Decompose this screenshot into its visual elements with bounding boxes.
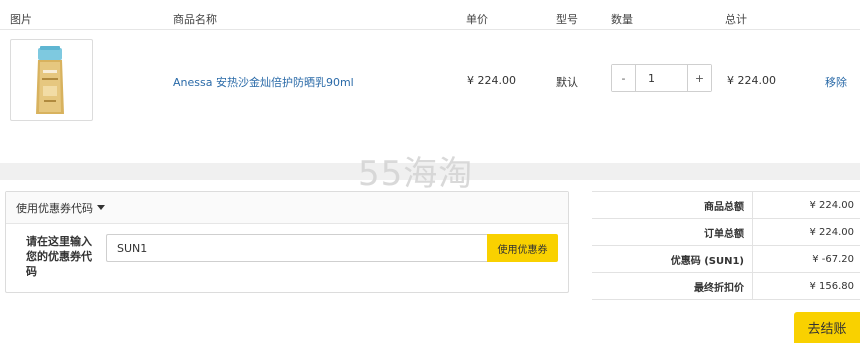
summary-row: 优惠码 (SUN1) ¥ -67.20 <box>592 246 860 273</box>
model-value: 默认 <box>556 76 578 89</box>
summary-label: 最终折扣价 <box>592 273 753 299</box>
quantity-stepper: - 1 + <box>611 64 712 92</box>
summary-label: 优惠码 (SUN1) <box>592 246 753 272</box>
checkout-button[interactable]: 去结账 <box>794 312 860 343</box>
column-model: 型号 <box>556 13 578 26</box>
summary-row: 订单总额 ¥ 224.00 <box>592 219 860 246</box>
column-quantity: 数量 <box>611 13 633 26</box>
quantity-input[interactable]: 1 <box>636 65 687 91</box>
summary-value: ¥ 224.00 <box>809 226 854 238</box>
unit-price: ¥ 224.00 <box>467 74 516 87</box>
product-name-link[interactable]: Anessa 安热沙金灿倍护防晒乳90ml <box>173 74 354 90</box>
column-total: 总计 <box>725 13 747 26</box>
caret-down-icon <box>97 205 105 210</box>
sunscreen-bottle-icon <box>36 46 64 114</box>
summary-value: ¥ 156.80 <box>809 280 854 292</box>
summary-label: 订单总额 <box>592 219 753 245</box>
summary-value: ¥ -67.20 <box>812 253 854 265</box>
column-name: 商品名称 <box>173 13 217 26</box>
watermark: 55海淘 <box>358 154 474 194</box>
coupon-toggle[interactable]: 使用优惠券代码 <box>6 192 568 224</box>
coupon-input-label: 请在这里输入您的优惠券代码 <box>26 235 92 278</box>
quantity-increment-button[interactable]: + <box>687 65 711 91</box>
column-unit-price: 单价 <box>466 13 488 26</box>
summary-value: ¥ 224.00 <box>809 199 854 211</box>
product-thumbnail[interactable] <box>10 39 93 121</box>
coupon-panel: 使用优惠券代码 请在这里输入您的优惠券代码 SUN1 使用优惠券 <box>5 191 569 293</box>
order-summary: 商品总额 ¥ 224.00 订单总额 ¥ 224.00 优惠码 (SUN1) ¥… <box>592 191 860 300</box>
line-total: ¥ 224.00 <box>727 74 776 87</box>
remove-item-link[interactable]: 移除 <box>825 74 847 90</box>
summary-row: 商品总额 ¥ 224.00 <box>592 192 860 219</box>
column-image: 图片 <box>10 13 32 26</box>
cart-table-header: 图片 商品名称 单价 型号 数量 总计 <box>0 0 860 30</box>
summary-label: 商品总额 <box>592 192 753 218</box>
summary-row: 最终折扣价 ¥ 156.80 <box>592 273 860 300</box>
cart-page: 图片 商品名称 单价 型号 数量 总计 Anessa 安热沙金灿倍护防晒乳90m… <box>0 0 860 343</box>
coupon-toggle-label: 使用优惠券代码 <box>16 201 93 215</box>
apply-coupon-button[interactable]: 使用优惠券 <box>487 234 558 262</box>
quantity-decrement-button[interactable]: - <box>612 65 636 91</box>
coupon-code-input[interactable]: SUN1 <box>106 234 488 262</box>
